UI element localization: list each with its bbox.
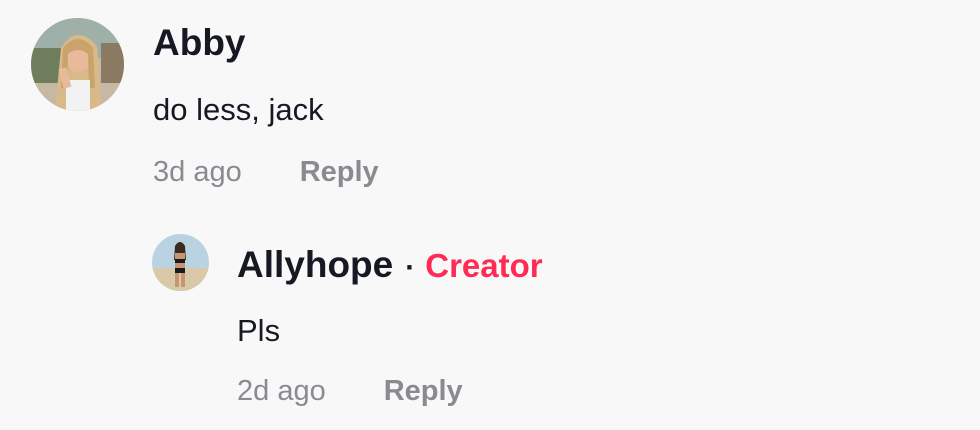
reply-item: Allyhope · Creator Pls 2d ago Reply (0, 210, 980, 430)
comment-author-line: Abby (153, 22, 246, 64)
comment-text: Pls (237, 313, 281, 348)
comment-timestamp: 2d ago (237, 375, 326, 407)
comment-item: Abby do less, jack 3d ago Reply (0, 0, 980, 210)
separator-dot: · (405, 251, 416, 284)
reply-author-line: Allyhope · Creator (237, 244, 543, 286)
reply-button[interactable]: Reply (300, 156, 379, 189)
creator-badge: Creator (425, 247, 543, 284)
comment-text: do less, jack (153, 92, 324, 127)
comment-thread: Abby do less, jack 3d ago Reply Allyhope (0, 0, 980, 430)
user-avatar-photo-icon (152, 234, 209, 291)
comment-meta: 2d ago Reply (237, 375, 463, 408)
author-name[interactable]: Abby (153, 22, 246, 64)
comment-meta: 3d ago Reply (153, 156, 379, 189)
author-name[interactable]: Allyhope (237, 244, 393, 286)
comment-timestamp: 3d ago (153, 156, 242, 188)
reply-button[interactable]: Reply (384, 375, 463, 408)
avatar[interactable] (31, 18, 124, 111)
user-avatar-photo-icon (31, 18, 124, 111)
avatar[interactable] (152, 234, 209, 291)
